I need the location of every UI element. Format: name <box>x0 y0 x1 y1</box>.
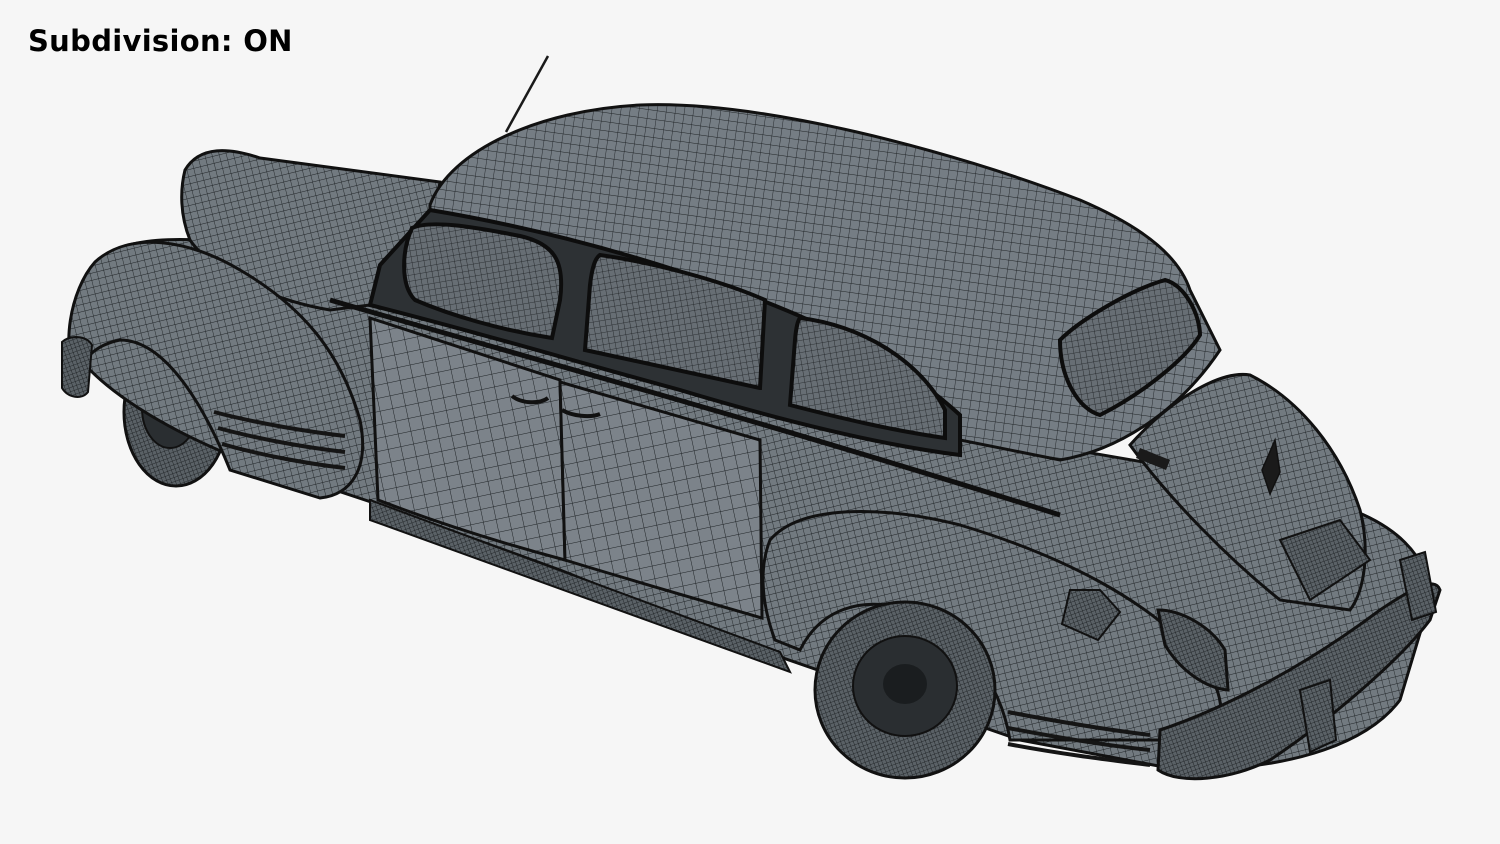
front-wheel <box>813 600 997 780</box>
subdivision-status-label: Subdivision: ON <box>28 24 293 58</box>
car-wireframe-model <box>61 55 1442 781</box>
rear-bumper <box>61 336 94 398</box>
3d-viewport[interactable]: Subdivision: ON <box>0 0 1500 844</box>
